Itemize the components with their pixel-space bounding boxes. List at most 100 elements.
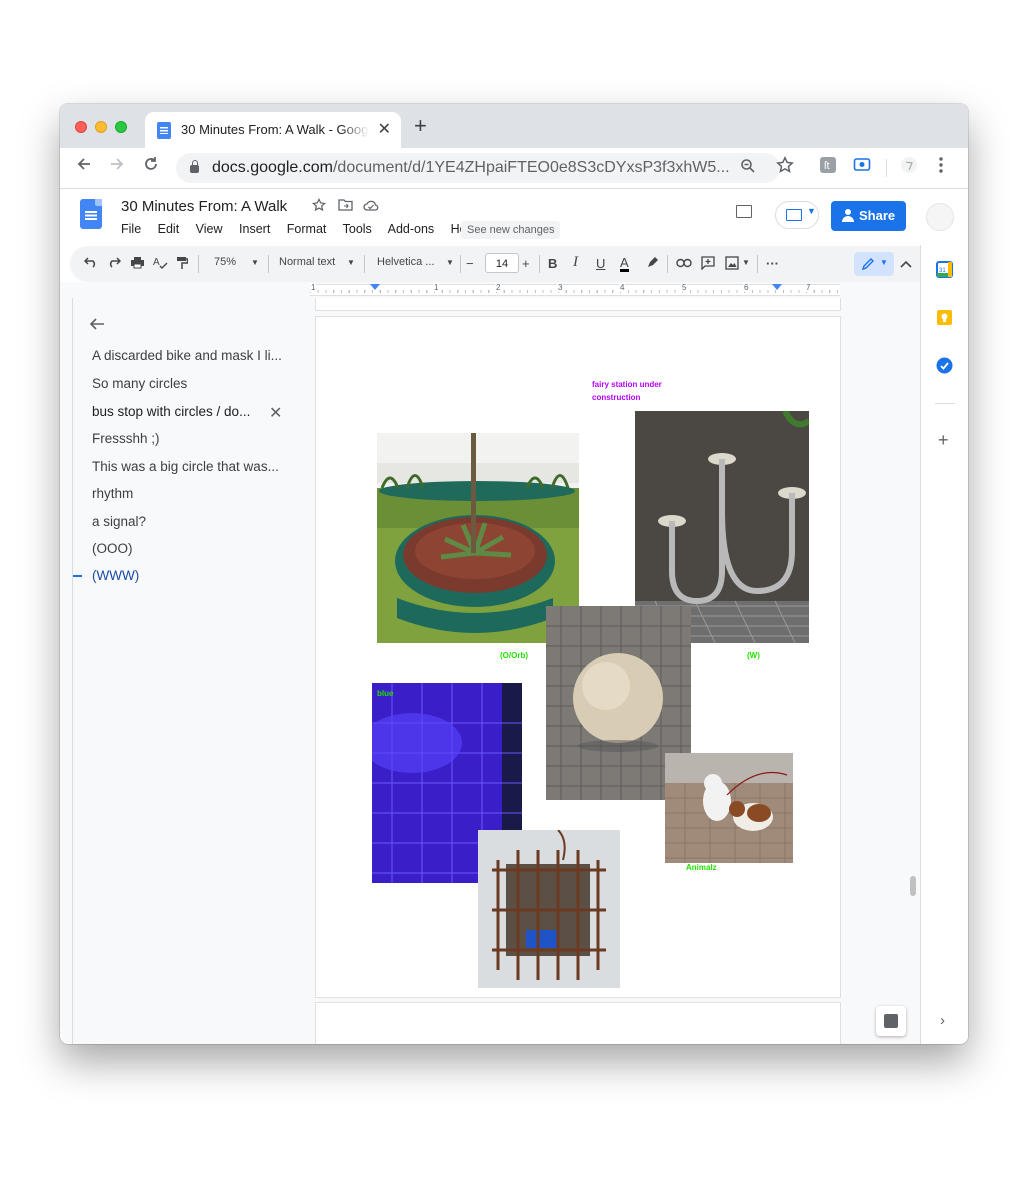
zoom-icon[interactable] [740, 158, 756, 179]
see-new-changes-link[interactable]: See new changes [461, 221, 561, 239]
move-folder-icon[interactable] [338, 198, 353, 214]
minimize-window-button[interactable] [95, 121, 107, 133]
share-button[interactable]: Share [831, 201, 906, 231]
font-size-input[interactable]: 14 [485, 253, 519, 273]
print-icon[interactable] [130, 256, 145, 272]
docs-logo-icon[interactable] [80, 199, 102, 229]
address-bar[interactable]: docs.google.com/document/d/1YE4ZHpaiFTEO… [176, 153, 780, 183]
edit-toolbar: A 75% ▼ Normal text ▼ Helvetica ... ▼ − … [70, 246, 920, 282]
caption-animalz: Animalz [686, 863, 717, 872]
svg-text:ſt: ſt [824, 160, 830, 172]
share-label: Share [859, 208, 896, 223]
browser-window: 30 Minutes From: A Walk - Google Docs ✕ … [60, 104, 968, 1044]
document-title[interactable]: 30 Minutes From: A Walk [121, 198, 287, 215]
text-color-button[interactable]: A [620, 256, 629, 272]
menu-edit[interactable]: Edit [158, 222, 180, 236]
back-arrow-icon[interactable] [76, 156, 92, 177]
url-text[interactable]: docs.google.com/document/d/1YE4ZHpaiFTEO… [212, 159, 730, 177]
redo-icon[interactable] [107, 256, 122, 271]
back-arrow-icon[interactable] [89, 315, 105, 336]
tasks-icon[interactable] [936, 357, 953, 374]
pencil-icon [861, 258, 874, 271]
outline-item[interactable]: A discarded bike and mask I li... [92, 348, 282, 363]
toolbar-divider [460, 255, 461, 273]
explore-button[interactable] [876, 1006, 906, 1036]
close-window-button[interactable] [75, 121, 87, 133]
undo-icon[interactable] [83, 256, 98, 271]
lock-icon [190, 160, 199, 173]
menu-add-ons[interactable]: Add-ons [388, 222, 435, 236]
document-page[interactable]: fairy station under construction (O/Orb)… [315, 316, 841, 998]
menu-tools[interactable]: Tools [343, 222, 372, 236]
add-addon-icon[interactable]: + [938, 430, 949, 451]
left-indent-marker[interactable] [370, 284, 380, 290]
keep-icon[interactable] [936, 309, 953, 326]
font-select[interactable]: Helvetica ... [377, 256, 434, 268]
toolbar-divider [198, 255, 199, 273]
outline-item[interactable]: Fressshh ;) [92, 431, 160, 446]
outline-item[interactable]: This was a big circle that was... [92, 459, 279, 474]
ruler-number: 7 [805, 283, 812, 292]
avatar[interactable] [926, 203, 954, 231]
decrease-font-size-button[interactable]: − [466, 256, 474, 271]
present-button[interactable]: ▼ [775, 201, 819, 229]
outline-item-current[interactable]: (WWW) [92, 568, 139, 583]
screencast-icon[interactable] [853, 156, 871, 179]
extension-icon[interactable]: ſt [819, 156, 837, 179]
more-options-button[interactable]: ··· [766, 256, 779, 271]
paragraph-style-select[interactable]: Normal text [279, 256, 335, 268]
url-path: /document/d/1YE4ZHpaiFTEO0e8S3cDYxsP3f3x… [332, 159, 730, 176]
outline-item[interactable]: a signal? [92, 514, 146, 529]
forward-arrow-icon[interactable] [109, 156, 125, 177]
menu-view[interactable]: View [196, 222, 223, 236]
underline-button[interactable]: U [596, 256, 605, 271]
chevron-down-icon: ▼ [880, 258, 888, 267]
new-tab-button[interactable]: + [414, 113, 427, 139]
caption-w: (W) [747, 651, 760, 660]
profile-icon[interactable] [900, 156, 918, 179]
outline-item[interactable]: So many circles [92, 376, 187, 391]
bold-button[interactable]: B [548, 256, 557, 271]
expand-panel-icon[interactable]: › [940, 1012, 945, 1029]
outline-item[interactable]: (OOO) [92, 541, 133, 556]
photo-dogs[interactable] [665, 753, 793, 863]
italic-button[interactable]: I [573, 254, 578, 271]
zoom-window-button[interactable] [115, 121, 127, 133]
outline-item[interactable]: rhythm [92, 486, 133, 501]
chevron-down-icon: ▼ [347, 258, 355, 267]
reload-icon[interactable] [143, 156, 159, 177]
next-page [315, 1002, 841, 1044]
scrollbar-thumb[interactable] [910, 876, 916, 896]
increase-font-size-button[interactable]: + [522, 256, 530, 271]
star-icon[interactable] [776, 156, 794, 179]
menu-file[interactable]: File [121, 222, 141, 236]
horizontal-ruler[interactable]: 1 1 2 3 4 5 6 7 [310, 283, 840, 296]
ruler-number: 1 [433, 283, 440, 292]
editing-mode-button[interactable]: ▼ [854, 252, 894, 276]
ruler-number: 1 [310, 283, 317, 292]
highlight-icon[interactable] [646, 256, 659, 272]
cloud-saved-icon[interactable] [363, 198, 379, 214]
menu-insert[interactable]: Insert [239, 222, 270, 236]
hide-menus-icon[interactable] [900, 256, 912, 271]
calendar-icon[interactable]: 31 [936, 261, 953, 278]
zoom-select[interactable]: 75% [214, 256, 236, 268]
spellcheck-icon[interactable]: A [153, 256, 168, 273]
paint-format-icon[interactable] [176, 256, 189, 273]
tab-strip: 30 Minutes From: A Walk - Google Docs ✕ … [60, 104, 968, 148]
right-indent-marker[interactable] [772, 284, 782, 290]
photo-window-grille[interactable] [478, 830, 620, 988]
remove-from-outline-icon[interactable]: ✕ [269, 403, 282, 423]
insert-image-icon[interactable] [725, 256, 739, 273]
menu-format[interactable]: Format [287, 222, 327, 236]
browser-tab[interactable]: 30 Minutes From: A Walk - Google Docs ✕ [145, 112, 401, 148]
menu-icon[interactable] [938, 156, 944, 179]
tab-close-icon[interactable]: ✕ [378, 119, 391, 139]
caption-fairy-station: fairy station under construction [592, 380, 662, 402]
outline-item-hovered[interactable]: bus stop with circles / do... [92, 404, 250, 419]
ruler-number: 6 [743, 283, 750, 292]
link-icon[interactable] [676, 256, 692, 271]
add-comment-icon[interactable] [701, 256, 715, 273]
star-icon[interactable] [311, 197, 327, 215]
comment-history-icon[interactable] [736, 205, 752, 218]
